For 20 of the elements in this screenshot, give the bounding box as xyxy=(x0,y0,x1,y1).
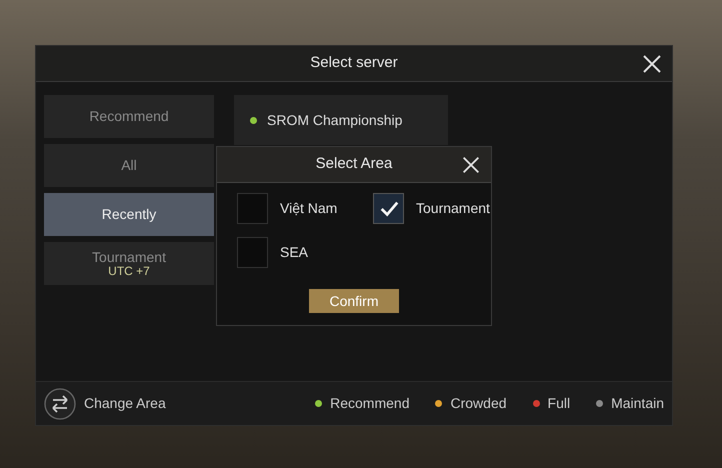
checkbox[interactable] xyxy=(237,237,268,268)
server-tab[interactable]: All xyxy=(44,144,214,187)
legend-label: Maintain xyxy=(611,394,664,413)
change-area-link[interactable]: Change Area xyxy=(84,393,166,414)
checkbox[interactable] xyxy=(373,193,404,224)
checkbox[interactable] xyxy=(237,193,268,224)
swap-arrows-icon[interactable] xyxy=(44,388,76,420)
area-option[interactable]: Tournament xyxy=(373,193,509,224)
server-tab[interactable]: Tournament UTC +7 xyxy=(44,242,214,285)
legend-label: Crowded xyxy=(450,394,507,413)
server-entry[interactable]: SROM Championship xyxy=(234,95,448,145)
area-option[interactable]: Việt Nam xyxy=(237,193,373,224)
area-option[interactable]: SEA xyxy=(237,237,373,268)
legend-label: Full xyxy=(548,394,570,413)
legend-label: Recommend xyxy=(330,394,410,413)
area-dialog-title: Select Area xyxy=(316,154,392,174)
dialog-title: Select server xyxy=(310,53,398,74)
server-tab[interactable]: Recently xyxy=(44,193,214,236)
server-tab[interactable]: Recommend xyxy=(44,95,214,138)
confirm-button[interactable]: Confirm xyxy=(309,289,399,313)
